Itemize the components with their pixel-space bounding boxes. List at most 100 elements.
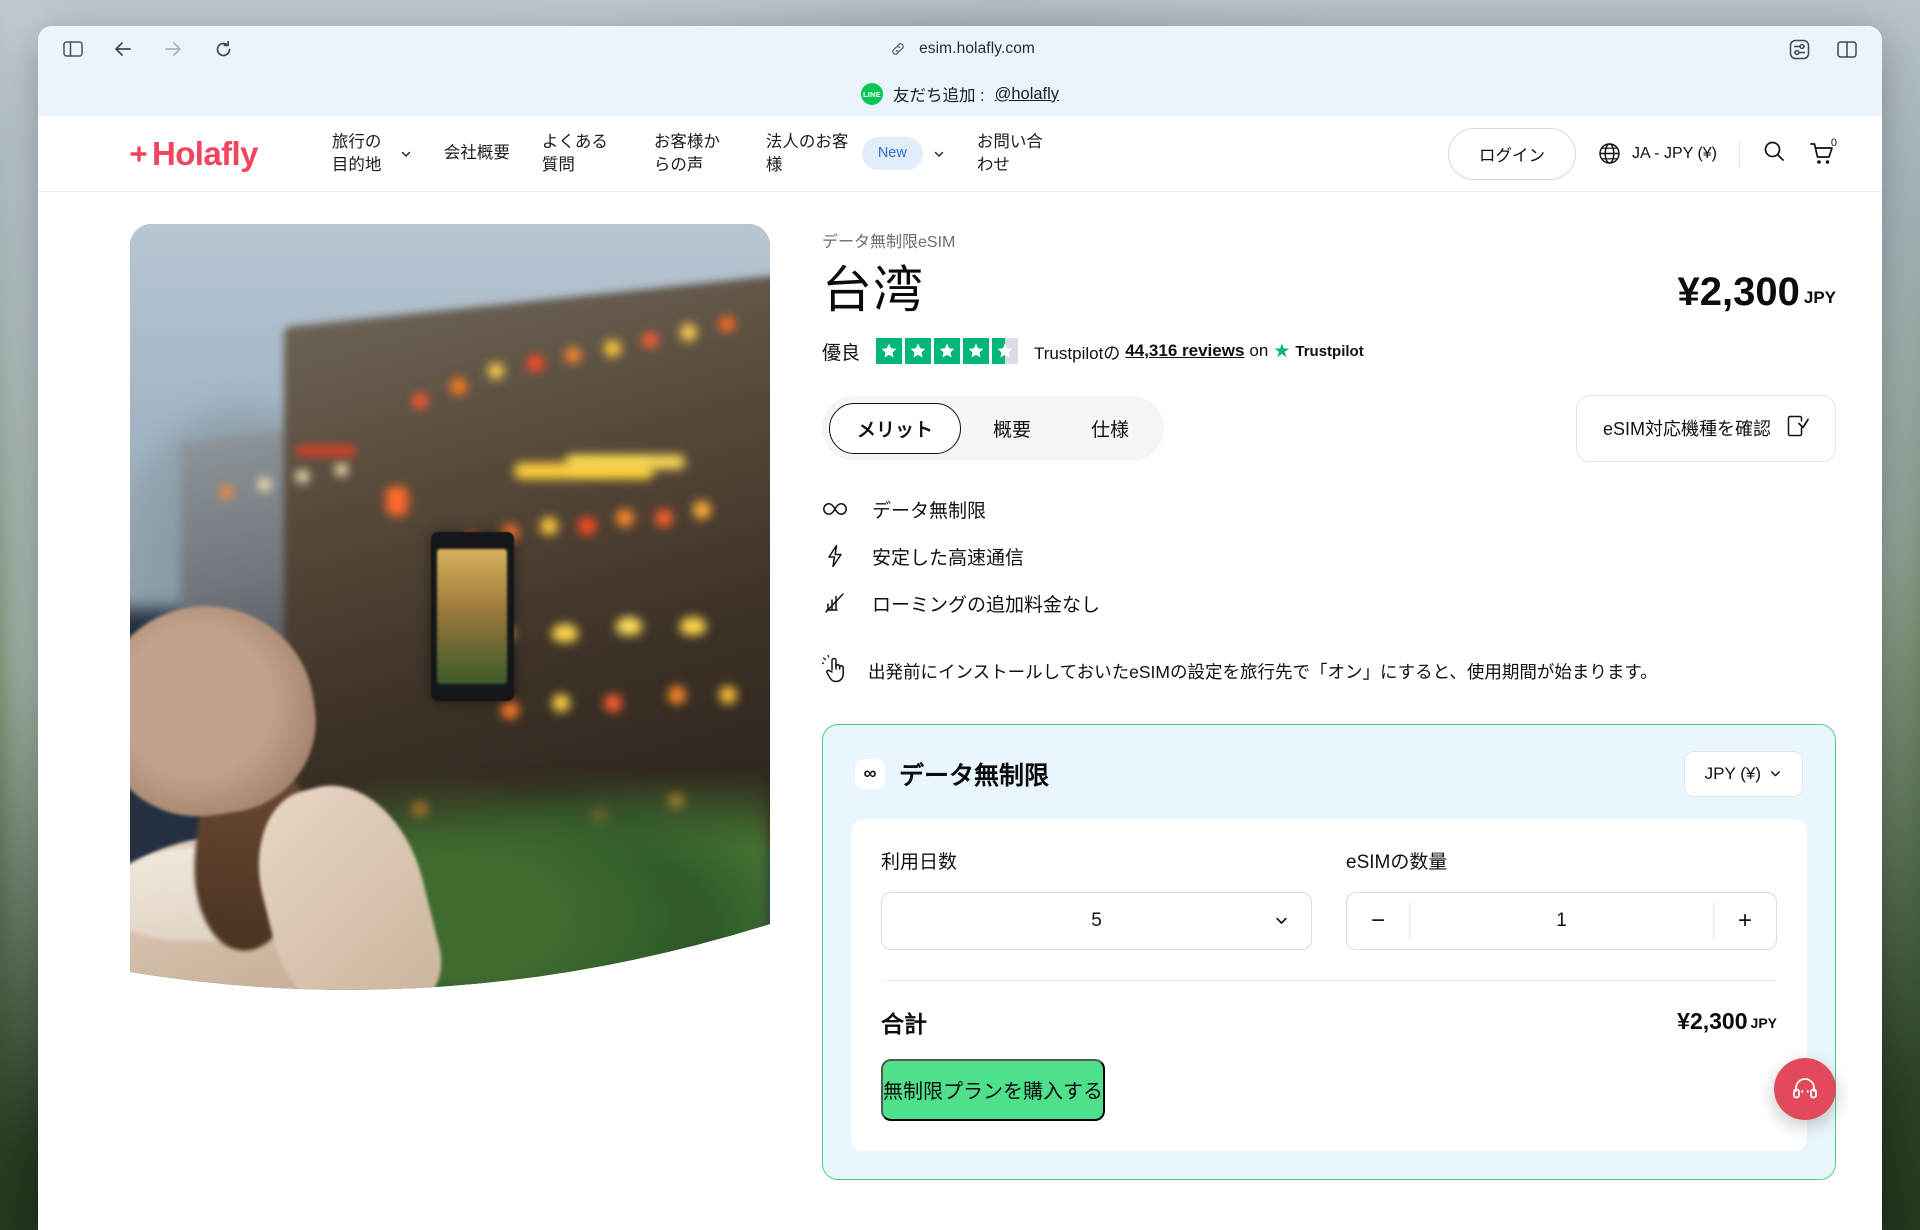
sidebar-toggle-icon[interactable]: [60, 36, 86, 62]
nav-label: お客様からの声: [653, 133, 720, 174]
cart-icon[interactable]: 0: [1808, 136, 1837, 168]
days-label: 利用日数: [881, 851, 958, 873]
star-icon: [876, 338, 903, 364]
no-roaming-icon: [822, 591, 848, 615]
tab-overview-icon[interactable]: [1834, 36, 1860, 62]
quantity-value[interactable]: 1: [1409, 902, 1714, 939]
feature-label: データ無制限: [872, 500, 987, 522]
nav-item-contact[interactable]: お問い合わせ: [961, 131, 1073, 176]
days-select[interactable]: 5: [881, 891, 1312, 950]
currency-selector-value: JPY (¥): [1704, 763, 1761, 783]
title-price-row: 台湾 ¥2,300 JPY: [822, 262, 1836, 320]
quantity-label: eSIMの数量: [1346, 851, 1448, 873]
trustpilot-rating[interactable]: 優良 Trustpilotの 44,316 reviews on ★ Trustpi…: [822, 338, 1836, 365]
purchase-card-body: 利用日数 5 eSIMの数量 − 1 + 合計 ¥2,300 JPY 無制限プラ…: [851, 818, 1807, 1151]
feature-item: データ無制限: [822, 496, 1836, 523]
tp-prefix: Trustpilotの: [1034, 343, 1121, 363]
nav-item-testimonials[interactable]: お客様からの声: [638, 131, 750, 176]
back-arrow-icon[interactable]: [110, 36, 136, 62]
login-button[interactable]: ログイン: [1447, 127, 1576, 180]
feature-label: 安定した高速通信: [872, 547, 1025, 569]
nav-item-destinations[interactable]: 旅行の目的地: [316, 131, 428, 176]
forward-arrow-icon[interactable]: [160, 36, 186, 62]
star-icon: [963, 338, 990, 364]
plan-title-text: データ無制限: [899, 761, 1050, 790]
page-settings-icon[interactable]: [1786, 36, 1812, 62]
globe-icon: [1599, 143, 1620, 164]
product-info-column: データ無制限eSIM 台湾 ¥2,300 JPY 優良 Trustpilotの …: [821, 224, 1836, 1180]
reload-icon[interactable]: [210, 36, 236, 62]
product-eyebrow: データ無制限eSIM: [822, 234, 956, 251]
quantity-decrement-button[interactable]: −: [1347, 893, 1409, 949]
header-divider: [1739, 140, 1740, 167]
search-icon[interactable]: [1762, 139, 1786, 168]
feature-label: ローミングの追加料金なし: [872, 594, 1101, 616]
browser-toolbar: esim.holafly.com: [38, 26, 1882, 72]
star-rating: [876, 338, 1019, 364]
star-icon: [905, 338, 932, 364]
trustpilot-review-text: Trustpilotの 44,316 reviews on ★ Trustpilot: [1034, 339, 1364, 364]
tp-middle: on: [1249, 341, 1269, 360]
tp-review-count[interactable]: 44,316 reviews: [1125, 341, 1244, 361]
taiwan-jiufen-photo: [130, 224, 770, 994]
nav-item-business[interactable]: 法人のお客様 New: [750, 131, 961, 176]
nav-label: お問い合わせ: [976, 133, 1043, 174]
tabs-and-compat-row: メリット 概要 仕様 eSIM対応機種を確認: [822, 394, 1836, 462]
product-price: ¥2,300 JPY: [1678, 262, 1836, 315]
compat-button-label: eSIM対応機種を確認: [1602, 419, 1771, 439]
price-amount: ¥2,300: [1677, 270, 1800, 314]
chevron-down-icon: [1771, 771, 1780, 777]
plan-title: ∞ データ無制限: [855, 756, 1049, 792]
desktop-background: esim.holafly.com LINE 友だち追加 : @holafly H…: [0, 0, 1920, 1230]
language-currency-selector[interactable]: JA - JPY (¥): [1598, 142, 1717, 165]
infinity-icon: ∞: [855, 758, 885, 789]
nav-item-faq[interactable]: よくある質問: [526, 131, 638, 176]
holafly-logo[interactable]: Holafly: [130, 135, 258, 173]
feature-list: データ無制限 安定した高速通信 ローミングの追加料金なし: [822, 496, 1836, 617]
url-text: esim.holafly.com: [919, 40, 1035, 57]
line-banner-text: 友だち追加 :: [892, 87, 985, 105]
main-navigation: 旅行の目的地 会社概要 よくある質問 お客様からの声 法人のお客様 New お問…: [316, 131, 1073, 176]
lightning-bolt-icon: [822, 544, 848, 568]
feature-item: ローミングの追加料金なし: [822, 590, 1836, 617]
line-promo-banner[interactable]: LINE 友だち追加 : @holafly: [38, 72, 1882, 116]
currency-selector[interactable]: JPY (¥): [1683, 750, 1803, 797]
product-page-content: データ無制限eSIM 台湾 ¥2,300 JPY 優良 Trustpilotの …: [38, 192, 1882, 1180]
total-amount: ¥2,300: [1677, 1008, 1748, 1035]
tab-overview[interactable]: 概要: [965, 403, 1059, 454]
total-currency: JPY: [1750, 1015, 1777, 1032]
check-compatible-devices-button[interactable]: eSIM対応機種を確認: [1575, 394, 1836, 462]
quantity-stepper: − 1 +: [1346, 891, 1777, 950]
feature-item: 安定した高速通信: [822, 543, 1836, 570]
chevron-down-icon: [401, 151, 410, 157]
days-field: 利用日数 5: [881, 847, 1312, 950]
tab-benefits[interactable]: メリット: [829, 402, 962, 454]
address-bar[interactable]: esim.holafly.com: [38, 26, 1882, 72]
support-chat-button[interactable]: [1774, 1058, 1836, 1120]
purchase-card-header: ∞ データ無制限 JPY (¥): [823, 725, 1835, 819]
rating-label: 優良: [822, 342, 861, 364]
activation-note-text: 出発前にインストールしておいたeSIMの設定を旅行先で「オン」にすると、使用期間…: [868, 662, 1658, 682]
logo-text: Holafly: [152, 134, 258, 172]
trustpilot-star-icon: ★: [1273, 340, 1291, 362]
total-row: 合計 ¥2,300 JPY: [881, 1005, 1777, 1039]
line-icon: LINE: [860, 83, 883, 105]
nav-label: よくある質問: [541, 133, 608, 174]
star-half-icon: [992, 338, 1019, 364]
buy-plan-button[interactable]: 無制限プランを購入する: [881, 1058, 1105, 1121]
quantity-increment-button[interactable]: +: [1714, 893, 1776, 949]
web-page: LINE 友だち追加 : @holafly Holafly 旅行の目的地 会社概…: [38, 72, 1882, 1230]
tab-specs[interactable]: 仕様: [1063, 403, 1157, 454]
trustpilot-brand: Trustpilot: [1295, 342, 1364, 360]
infinity-icon: [822, 501, 848, 517]
browser-window: esim.holafly.com LINE 友だち追加 : @holafly H…: [38, 26, 1882, 1230]
nav-item-about[interactable]: 会社概要: [428, 142, 526, 164]
purchase-fields: 利用日数 5 eSIMの数量 − 1 +: [881, 847, 1777, 950]
language-label: JA - JPY (¥): [1631, 144, 1717, 162]
line-handle-link[interactable]: @holafly: [995, 85, 1059, 104]
new-badge: New: [861, 136, 923, 171]
phone-check-icon: [1787, 414, 1809, 443]
destination-hero-image: [130, 224, 770, 994]
cart-count-badge: 0: [1830, 136, 1837, 149]
activation-note: 出発前にインストールしておいたeSIMの設定を旅行先で「オン」にすると、使用期間…: [821, 654, 1836, 690]
